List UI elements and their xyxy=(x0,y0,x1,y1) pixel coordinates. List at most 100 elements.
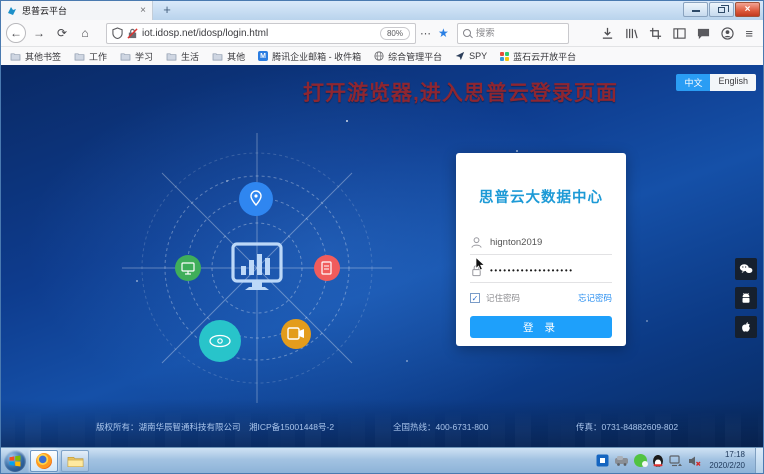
taskbar-firefox-button[interactable] xyxy=(30,450,58,472)
monitor-icon xyxy=(175,255,201,281)
library-icon[interactable] xyxy=(625,27,638,40)
toolbar-icons: ≡ xyxy=(601,26,758,41)
bookmark-tencent-mail[interactable]: M腾讯企业邮箱 - 收件箱 xyxy=(258,50,361,63)
account-icon[interactable] xyxy=(721,27,734,40)
annotation-text: 打开游览器,进入思普云登录页面 xyxy=(303,77,618,107)
screenshot-icon[interactable] xyxy=(649,27,662,40)
password-field[interactable]: ••••••••••••••••••• xyxy=(470,259,612,283)
clock-time: 17:18 xyxy=(709,450,745,460)
bookmark-other-bookmarks[interactable]: 其他书签 xyxy=(10,50,61,63)
forgot-password-link[interactable]: 忘记密码 xyxy=(578,292,612,304)
footer-copyright: 版权所有：湖南华辰智通科技有限公司 湘ICP备15001448号-2 xyxy=(96,421,334,433)
taskbar: 17:18 2020/2/20 xyxy=(1,447,763,473)
page-actions-icon[interactable]: ⋯ xyxy=(416,27,436,40)
bookmark-work[interactable]: 工作 xyxy=(74,50,107,63)
tray-network-icon[interactable] xyxy=(669,455,683,467)
wechat-icon xyxy=(739,263,753,275)
search-input[interactable] xyxy=(476,28,556,39)
zoom-level-indicator[interactable]: 80% xyxy=(380,27,410,40)
new-tab-button[interactable]: + xyxy=(159,2,175,19)
tray-wechat-icon[interactable] xyxy=(634,454,647,467)
globe-icon xyxy=(374,51,384,61)
mail-icon: M xyxy=(258,51,268,61)
feature-circle-diagram xyxy=(107,118,407,418)
browser-tab[interactable]: 思普云平台 × xyxy=(1,1,153,20)
window-titlebar: 思普云平台 × + × xyxy=(1,1,763,20)
bookmark-study[interactable]: 学习 xyxy=(120,50,153,63)
search-box[interactable] xyxy=(457,23,569,44)
bookmark-other[interactable]: 其他 xyxy=(212,50,245,63)
taskbar-explorer-button[interactable] xyxy=(61,450,89,472)
desktop-screen: 思普云平台 × + × ← → ⟳ ⌂ iot.idosp.net/idosp/… xyxy=(0,0,764,474)
document-icon xyxy=(314,255,340,281)
home-button[interactable]: ⌂ xyxy=(75,23,95,43)
tab-close-icon[interactable]: × xyxy=(140,5,146,16)
username-input[interactable] xyxy=(490,237,612,248)
download-icon[interactable] xyxy=(601,27,614,40)
lang-english-button[interactable]: English xyxy=(710,74,756,91)
apple-icon xyxy=(740,321,752,334)
search-icon xyxy=(463,29,471,37)
footer-hotline: 全国热线：400-6731-800 xyxy=(393,421,488,433)
bookmark-life[interactable]: 生活 xyxy=(166,50,199,63)
show-desktop-button[interactable] xyxy=(755,448,763,474)
folder-icon xyxy=(120,52,131,61)
bookmark-star-icon[interactable]: ★ xyxy=(436,26,451,40)
tab-favicon xyxy=(7,6,17,16)
user-icon xyxy=(470,236,483,249)
back-button[interactable]: ← xyxy=(6,23,26,43)
system-tray: 17:18 2020/2/20 xyxy=(596,448,763,474)
clock-date: 2020/2/20 xyxy=(709,461,745,471)
close-button[interactable]: × xyxy=(735,2,760,17)
eye-icon xyxy=(199,320,241,362)
tray-ime-icon[interactable] xyxy=(596,454,609,467)
restore-icon xyxy=(718,7,725,13)
login-button[interactable]: 登 录 xyxy=(470,316,612,338)
tray-volume-muted-icon[interactable] xyxy=(688,455,701,467)
sidebar-icon[interactable] xyxy=(673,27,686,40)
floating-contact-buttons xyxy=(735,258,757,338)
minimize-button[interactable] xyxy=(683,2,708,17)
tab-title: 思普云平台 xyxy=(22,4,135,17)
tray-qq-icon[interactable] xyxy=(652,454,664,468)
folder-icon xyxy=(10,52,21,61)
android-button[interactable] xyxy=(735,287,757,309)
windows-logo-icon xyxy=(9,455,21,467)
language-toggle: 中文 English xyxy=(676,74,756,91)
tray-device-icon[interactable] xyxy=(614,455,629,466)
username-field[interactable] xyxy=(470,231,612,255)
video-camera-icon xyxy=(281,319,311,349)
remember-row: ✓ 记住密码 忘记密码 xyxy=(470,292,612,304)
apple-button[interactable] xyxy=(735,316,757,338)
explorer-folder-icon xyxy=(67,454,84,468)
wechat-button[interactable] xyxy=(735,258,757,280)
messages-icon[interactable] xyxy=(697,27,710,40)
folder-icon xyxy=(166,52,177,61)
lang-chinese-button[interactable]: 中文 xyxy=(676,74,710,91)
bookmark-spy[interactable]: SPY xyxy=(455,51,487,61)
bookmark-management-platform[interactable]: 综合管理平台 xyxy=(374,50,442,63)
menu-icon[interactable]: ≡ xyxy=(745,26,753,41)
window-controls: × xyxy=(683,2,760,17)
forward-button[interactable]: → xyxy=(29,23,49,43)
folder-icon xyxy=(212,52,223,61)
android-icon xyxy=(740,292,752,305)
mouse-cursor xyxy=(475,257,486,271)
bookmarks-bar: 其他书签 工作 学习 生活 其他 M腾讯企业邮箱 - 收件箱 综合管理平台 SP… xyxy=(1,47,763,65)
login-title: 思普云大数据中心 xyxy=(456,186,626,207)
map-location-icon xyxy=(239,182,273,216)
folder-icon xyxy=(74,52,85,61)
remember-checkbox[interactable]: ✓ xyxy=(470,293,480,303)
bookmark-lanshi-cloud[interactable]: 蓝石云开放平台 xyxy=(500,50,576,63)
start-button[interactable] xyxy=(4,450,26,472)
taskbar-clock[interactable]: 17:18 2020/2/20 xyxy=(709,450,745,471)
close-icon: × xyxy=(745,4,751,15)
restore-button[interactable] xyxy=(709,2,734,17)
footer-fax: 传真：0731-84882609-802 xyxy=(576,421,678,433)
reload-button[interactable]: ⟳ xyxy=(52,23,72,43)
color-grid-icon xyxy=(500,52,509,61)
url-bar[interactable]: iot.idosp.net/idosp/login.html 80% xyxy=(106,23,416,44)
paper-plane-icon xyxy=(455,51,465,61)
insecure-connection-icon xyxy=(127,28,138,39)
password-masked-value: ••••••••••••••••••• xyxy=(490,259,574,283)
